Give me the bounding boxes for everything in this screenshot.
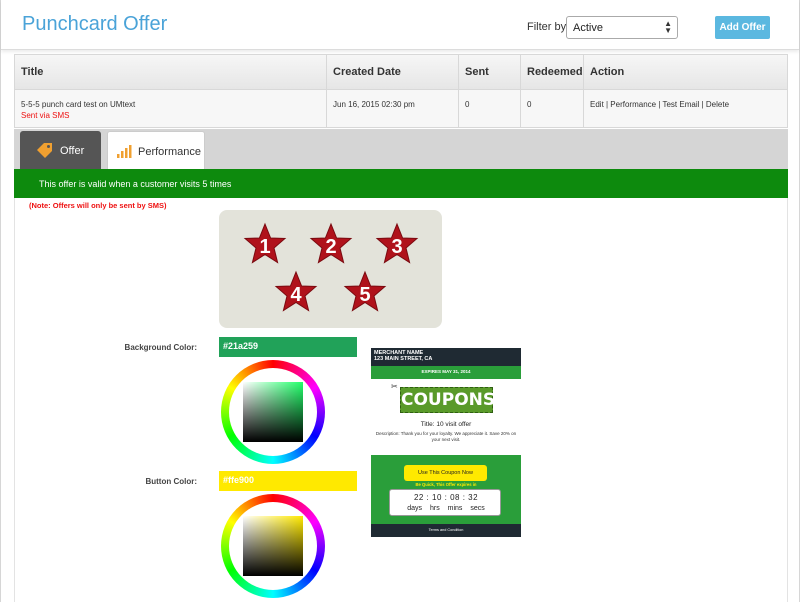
use-coupon-button[interactable]: Use This Coupon Now xyxy=(404,465,487,481)
coupon-body: ✂ COUPONS Title: 10 visit offer Descript… xyxy=(371,379,521,455)
star-icon-3: 3 xyxy=(376,223,418,263)
button-color-input[interactable]: #ffe900 xyxy=(219,471,357,491)
offer-channel: Sent via SMS xyxy=(21,111,70,120)
column-header-created[interactable]: Created Date xyxy=(327,55,459,89)
cell-redeemed: 0 xyxy=(521,90,584,127)
column-header-redeemed[interactable]: Redeemed xyxy=(521,55,584,89)
table-header: Title Created Date Sent Redeemed Action xyxy=(14,54,788,90)
star-icon-2: 2 xyxy=(310,223,352,263)
countdown-units: days hrs mins secs xyxy=(407,505,485,512)
countdown-values: 22 : 10 : 08 : 32 xyxy=(413,493,479,502)
offer-title: 5-5-5 punch card test on UMtext xyxy=(21,100,136,109)
svg-text:2: 2 xyxy=(325,236,336,258)
tab-performance[interactable]: Performance xyxy=(107,131,205,169)
countdown-timer: 22 : 10 : 08 : 32 days hrs mins secs xyxy=(389,489,501,516)
star-icon-4: 4 xyxy=(275,271,317,311)
filter-select-value: Active xyxy=(573,22,603,34)
table-row[interactable]: 5-5-5 punch card test on UMtext Sent via… xyxy=(14,90,788,128)
tab-offer-label: Offer xyxy=(60,145,85,157)
background-color-label: Background Color: xyxy=(124,343,197,352)
tab-offer[interactable]: Offer xyxy=(20,131,101,169)
offers-table: Title Created Date Sent Redeemed Action … xyxy=(14,54,788,128)
svg-text:3: 3 xyxy=(391,236,402,258)
svg-text:1: 1 xyxy=(259,236,270,258)
stars-graphic: 1 2 3 4 5 xyxy=(244,223,418,311)
coupon-preview: MERCHANT NAME 123 MAIN STREET, CA EXPIRE… xyxy=(371,348,521,537)
bar-chart-icon xyxy=(117,145,132,158)
button-color-picker[interactable] xyxy=(221,494,325,598)
tab-performance-label: Performance xyxy=(138,146,201,158)
tag-icon xyxy=(37,143,52,158)
punch-card-preview: 1 2 3 4 5 xyxy=(219,210,442,328)
select-arrows-icon: ▲ ▼ xyxy=(664,19,672,35)
svg-text:4: 4 xyxy=(290,284,302,306)
button-color-label: Button Color: xyxy=(145,477,197,486)
star-icon-1: 1 xyxy=(244,223,286,263)
cell-sent: 0 xyxy=(459,90,521,127)
offer-content: (Note: Offers will only be sent by SMS) … xyxy=(14,198,788,602)
filter-label: Filter by xyxy=(527,21,567,33)
column-header-title[interactable]: Title xyxy=(15,55,327,89)
cell-created: Jun 16, 2015 02:30 pm xyxy=(327,90,459,127)
cell-title: 5-5-5 punch card test on UMtext Sent via… xyxy=(15,90,327,127)
coupon-expiry: EXPIRES MAY 31, 2014 xyxy=(421,369,471,374)
coupon-header: MERCHANT NAME 123 MAIN STREET, CA xyxy=(371,348,521,366)
filter-select[interactable]: Active ▲ ▼ xyxy=(566,16,678,39)
page: Punchcard Offer Filter by Active ▲ ▼ Add … xyxy=(0,0,800,602)
sms-note: (Note: Offers will only be sent by SMS) xyxy=(29,201,167,210)
coupon-logo: COUPONS xyxy=(400,387,495,413)
page-title: Punchcard Offer xyxy=(22,13,168,35)
column-header-action: Action xyxy=(590,66,625,78)
svg-text:5: 5 xyxy=(359,284,370,306)
coupon-hurry-text: Be Quick, This Offer expires in xyxy=(415,482,477,487)
background-color-square[interactable] xyxy=(243,382,303,442)
background-color-picker[interactable] xyxy=(221,360,325,464)
offer-banner: This offer is valid when a customer visi… xyxy=(14,169,788,198)
button-color-square[interactable] xyxy=(243,516,303,576)
page-header: Punchcard Offer Filter by Active ▲ ▼ Add … xyxy=(1,0,799,50)
add-offer-button[interactable]: Add Offer xyxy=(715,16,770,39)
background-color-input[interactable]: #21a259 xyxy=(219,337,357,357)
coupon-terms[interactable]: Terms and Condition xyxy=(371,524,521,537)
merchant-address: 123 MAIN STREET, CA xyxy=(374,356,433,362)
star-icon-5: 5 xyxy=(344,271,386,311)
cell-actions[interactable]: Edit | Performance | Test Email | Delete xyxy=(584,90,787,127)
column-header-sent[interactable]: Sent xyxy=(459,55,521,89)
scissors-icon: ✂ xyxy=(391,382,398,391)
coupon-description: Description: Thank you for your loyalty.… xyxy=(375,431,517,442)
offer-tabs: Offer Performance xyxy=(14,129,788,169)
coupon-title: Title: 10 visit offer xyxy=(420,421,472,428)
